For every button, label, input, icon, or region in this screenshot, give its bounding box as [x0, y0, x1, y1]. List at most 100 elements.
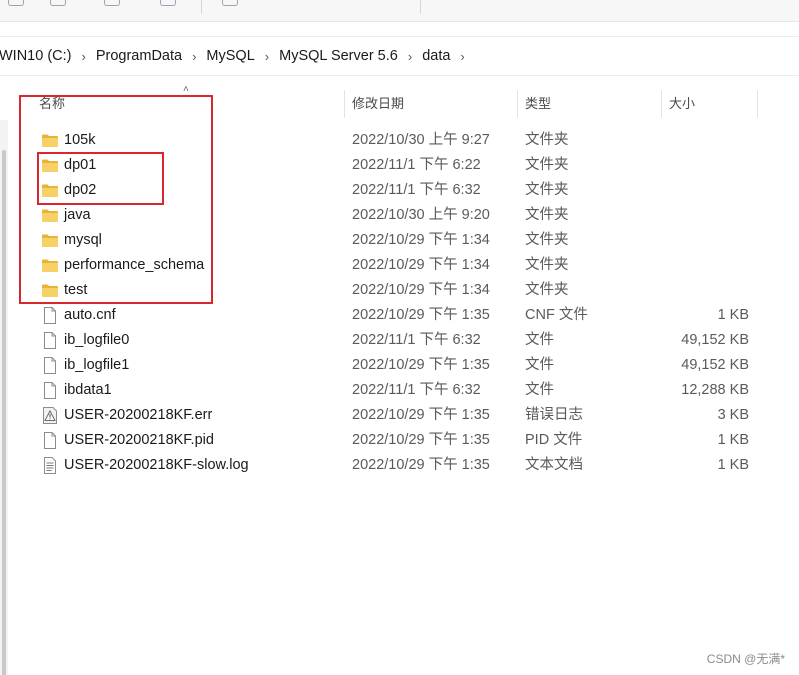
file-row[interactable]: ibdata1 2022/11/1 下午 6:32 文件 12,288 KB [0, 378, 799, 403]
file-row[interactable]: performance_schema 2022/10/29 下午 1:34 文件夹 [0, 253, 799, 278]
breadcrumb-mysql[interactable]: MySQL [206, 48, 254, 64]
file-type: 文件 [525, 382, 554, 398]
file-type: 文件夹 [525, 232, 569, 248]
breadcrumb-data[interactable]: data [422, 48, 450, 64]
file-type: 文件夹 [525, 157, 569, 173]
column-size[interactable]: 大小 [669, 88, 695, 120]
file-name: java [64, 207, 91, 223]
error-log-icon [41, 407, 59, 424]
file-type: 文件夹 [525, 282, 569, 298]
column-date[interactable]: 修改日期 [352, 88, 404, 120]
file-date: 2022/11/1 下午 6:32 [352, 382, 481, 398]
file-row[interactable]: USER-20200218KF.err 2022/10/29 下午 1:35 错误日… [0, 403, 799, 428]
file-row[interactable]: dp02 2022/11/1 下午 6:32 文件夹 [0, 178, 799, 203]
folder-icon [41, 182, 59, 199]
address-bar[interactable]: WIN10 (C:) › ProgramData › MySQL › MySQL… [0, 36, 799, 76]
toolbar-divider [201, 0, 202, 14]
file-row[interactable]: java 2022/10/30 上午 9:20 文件夹 [0, 203, 799, 228]
file-row[interactable]: test 2022/10/29 下午 1:34 文件夹 [0, 278, 799, 303]
file-size: 1 KB [717, 432, 749, 448]
folder-icon [41, 282, 59, 299]
breadcrumb-drive[interactable]: WIN10 (C:) [0, 48, 72, 64]
file-date: 2022/10/29 下午 1:35 [352, 457, 490, 473]
toolbar-rename-icon[interactable] [104, 0, 120, 6]
toolbar-divider [420, 0, 421, 14]
file-name: dp01 [64, 157, 97, 173]
file-date: 2022/10/29 下午 1:35 [352, 357, 490, 373]
file-list: 105k 2022/10/30 上午 9:27 文件夹 dp01 2022/11/1 下… [0, 128, 799, 478]
file-row[interactable]: ib_logfile1 2022/10/29 下午 1:35 文件 49,152 KB [0, 353, 799, 378]
breadcrumb: WIN10 (C:) › ProgramData › MySQL › MySQL… [0, 48, 475, 64]
file-date: 2022/10/29 下午 1:35 [352, 407, 490, 423]
column-divider[interactable] [661, 90, 662, 118]
file-name: dp02 [64, 182, 97, 198]
file-name: auto.cnf [64, 307, 116, 323]
column-divider[interactable] [517, 90, 518, 118]
file-type: 文件 [525, 332, 554, 348]
file-date: 2022/10/30 上午 9:27 [352, 132, 490, 148]
file-icon [41, 307, 59, 324]
file-type: 文件夹 [525, 182, 569, 198]
file-date: 2022/10/29 下午 1:34 [352, 232, 490, 248]
column-divider[interactable] [757, 90, 758, 118]
file-size: 49,152 KB [681, 332, 749, 348]
toolbar-share-icon[interactable] [50, 0, 66, 6]
chevron-right-icon[interactable]: › [408, 49, 412, 64]
file-date: 2022/11/1 下午 6:32 [352, 182, 481, 198]
file-date: 2022/10/29 下午 1:34 [352, 257, 490, 273]
file-icon [41, 382, 59, 399]
breadcrumb-mysql-server[interactable]: MySQL Server 5.6 [279, 48, 398, 64]
file-type: CNF 文件 [525, 307, 588, 323]
file-type: 文件 [525, 357, 554, 373]
file-type: 文本文档 [525, 457, 583, 473]
breadcrumb-programdata[interactable]: ProgramData [96, 48, 182, 64]
file-name: USER-20200218KF.pid [64, 432, 214, 448]
toolbar-sort-icon[interactable] [222, 0, 238, 6]
column-divider[interactable] [344, 90, 345, 118]
folder-icon [41, 132, 59, 149]
file-name: ibdata1 [64, 382, 112, 398]
file-name: ib_logfile1 [64, 357, 130, 373]
toolbar [0, 0, 799, 22]
file-size: 1 KB [717, 457, 749, 473]
chevron-right-icon[interactable]: › [192, 49, 196, 64]
file-row[interactable]: dp01 2022/11/1 下午 6:22 文件夹 [0, 153, 799, 178]
file-type: 文件夹 [525, 132, 569, 148]
file-row[interactable]: auto.cnf 2022/10/29 下午 1:35 CNF 文件 1 KB [0, 303, 799, 328]
file-name: USER-20200218KF.err [64, 407, 213, 423]
file-size: 12,288 KB [681, 382, 749, 398]
file-type: 文件夹 [525, 207, 569, 223]
file-name: performance_schema [64, 257, 205, 273]
file-icon [41, 332, 59, 349]
file-size: 1 KB [717, 307, 749, 323]
file-date: 2022/10/29 下午 1:35 [352, 432, 490, 448]
file-type: 文件夹 [525, 257, 569, 273]
toolbar-cut-icon[interactable] [8, 0, 24, 6]
file-name: USER-20200218KF-slow.log [64, 457, 249, 473]
file-type: PID 文件 [525, 432, 583, 448]
file-date: 2022/10/30 上午 9:20 [352, 207, 490, 223]
column-type[interactable]: 类型 [525, 88, 551, 120]
folder-icon [41, 257, 59, 274]
file-row[interactable]: 105k 2022/10/30 上午 9:27 文件夹 [0, 128, 799, 153]
chevron-right-icon[interactable]: › [265, 49, 269, 64]
file-date: 2022/11/1 下午 6:32 [352, 332, 481, 348]
file-row[interactable]: USER-20200218KF.pid 2022/10/29 下午 1:35 PID… [0, 428, 799, 453]
file-name: ib_logfile0 [64, 332, 130, 348]
file-date: 2022/11/1 下午 6:22 [352, 157, 481, 173]
folder-icon [41, 207, 59, 224]
chevron-right-icon[interactable]: › [460, 49, 464, 64]
text-document-icon [41, 457, 59, 474]
toolbar-delete-icon[interactable] [160, 0, 176, 6]
watermark: CSDN @无满* [706, 652, 785, 666]
file-size: 3 KB [717, 407, 749, 423]
column-name[interactable]: 名称 [39, 88, 65, 120]
file-row[interactable]: ib_logfile0 2022/11/1 下午 6:32 文件 49,152 KB [0, 328, 799, 353]
column-header: ˄ 名称 修改日期 类型 大小 [0, 84, 799, 120]
file-row[interactable]: USER-20200218KF-slow.log 2022/10/29 下午 1:… [0, 453, 799, 478]
chevron-right-icon[interactable]: › [82, 49, 86, 64]
file-icon [41, 432, 59, 449]
folder-icon [41, 232, 59, 249]
file-name: test [64, 282, 88, 298]
file-row[interactable]: mysql 2022/10/29 下午 1:34 文件夹 [0, 228, 799, 253]
